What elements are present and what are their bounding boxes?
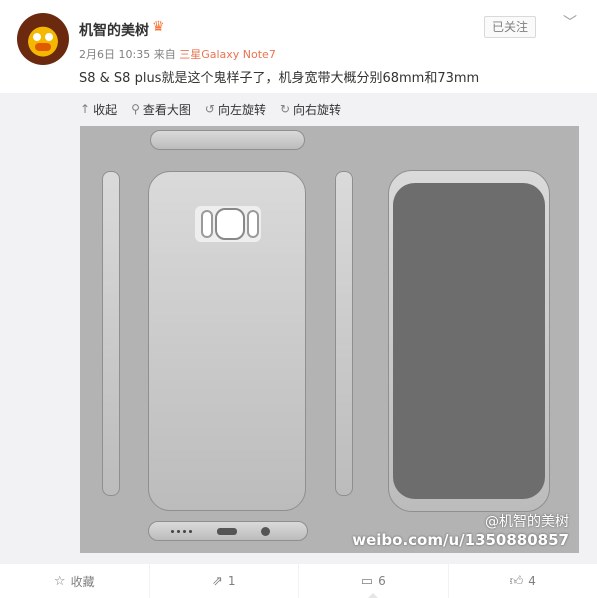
active-indicator (367, 593, 380, 598)
comment-button[interactable]: ▭ 6 (299, 564, 449, 598)
repost-icon: ⇗ (211, 573, 223, 589)
comment-count: 6 (378, 574, 386, 588)
avatar-eye-left (33, 33, 41, 41)
rotate-left-icon: ↺ (204, 102, 215, 116)
vip-crown-icon[interactable]: ♛ (152, 19, 165, 35)
phone-right-side-view (335, 171, 353, 496)
avatar-eye-right (45, 33, 53, 41)
media-box: ↑ 收起 ⚲ 查看大图 ↺ 向左旋转 ↻ 向右旋转 @机智的美树 weibo.c… (0, 93, 597, 563)
view-large-button[interactable]: ⚲ 查看大图 (131, 101, 191, 117)
post-image[interactable]: @机智的美树 weibo.com/u/1350880857 (80, 126, 579, 553)
rotate-right-icon: ↻ (279, 102, 291, 116)
speaker-grille-dot (171, 530, 174, 533)
image-toolbar: ↑ 收起 ⚲ 查看大图 ↺ 向左旋转 ↻ 向右旋转 (80, 101, 341, 117)
comment-icon: ▭ (360, 573, 374, 589)
rotate-right-button[interactable]: ↻ 向右旋转 (280, 101, 341, 117)
rotate-left-button[interactable]: ↺ 向左旋转 (205, 101, 266, 117)
like-button[interactable]: 👍︎ 4 (449, 564, 597, 598)
headphone-jack (261, 527, 270, 536)
follow-button[interactable]: 已关注 (484, 16, 536, 38)
image-watermark: @机智的美树 weibo.com/u/1350880857 (352, 511, 569, 549)
chevron-down-icon[interactable]: ﹀ (563, 12, 577, 32)
post-actions: ☆ 收藏 ⇗ 1 ▭ 6 👍︎ 4 (0, 563, 597, 598)
collapse-button[interactable]: ↑ 收起 (80, 101, 117, 117)
fingerprint-sensor-icon (215, 208, 245, 240)
rotate-left-label: 向左旋转 (217, 102, 266, 117)
phone-back-view (148, 171, 306, 511)
phone-screen (393, 183, 545, 499)
view-large-label: 查看大图 (142, 102, 191, 117)
post-meta: 2月6日 10:35 来自 三星Galaxy Note7 (79, 46, 276, 62)
phone-front-view (388, 170, 550, 512)
post-header: 机智的美树 ♛ 2月6日 10:35 来自 三星Galaxy Note7 已关注… (0, 0, 597, 92)
like-count: 4 (528, 574, 536, 588)
favorite-label: 收藏 (70, 574, 95, 589)
phone-left-side-view (102, 171, 120, 496)
usb-port (217, 528, 237, 535)
magnifier-icon: ⚲ (131, 102, 140, 116)
arrow-up-icon: ↑ (80, 102, 91, 116)
phone-top-view (150, 130, 305, 150)
phone-bottom-view (148, 521, 308, 541)
speaker-grille-dot (177, 530, 180, 533)
speaker-grille-dot (189, 530, 192, 533)
post-from: 来自 (153, 48, 176, 61)
thumbs-up-icon: 👍︎ (509, 573, 524, 589)
watermark-name: @机智的美树 (485, 514, 569, 530)
star-icon: ☆ (53, 573, 66, 589)
username[interactable]: 机智的美树 (79, 20, 149, 40)
avatar-bill (35, 43, 51, 51)
speaker-grille-dot (183, 530, 186, 533)
post-text: S8 & S8 plus就是这个鬼样子了，机身宽带大概分别68mm和73mm (79, 71, 480, 86)
watermark-url: weibo.com/u/1350880857 (352, 531, 569, 549)
post-device[interactable]: 三星Galaxy Note7 (179, 48, 276, 61)
collapse-label: 收起 (93, 102, 118, 117)
repost-count: 1 (227, 574, 236, 588)
post-time[interactable]: 2月6日 10:35 (79, 48, 150, 61)
rotate-right-label: 向右旋转 (293, 102, 342, 117)
favorite-button[interactable]: ☆ 收藏 (0, 564, 150, 598)
flash-icon (247, 210, 259, 238)
repost-button[interactable]: ⇗ 1 (150, 564, 299, 598)
camera-lens-icon (201, 210, 213, 238)
avatar[interactable] (17, 13, 69, 65)
